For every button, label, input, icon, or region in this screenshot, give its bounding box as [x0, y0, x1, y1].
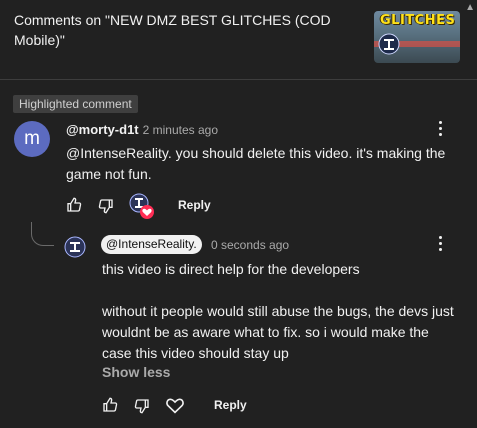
- reply-button[interactable]: Reply: [214, 398, 247, 412]
- comment-text: @IntenseReality. you should delete this …: [66, 145, 446, 182]
- channel-logo-icon: [378, 33, 400, 55]
- reply-paragraph-2: without it people would still abuse the …: [102, 303, 454, 361]
- avatar[interactable]: m: [14, 121, 50, 157]
- thread-connector: [31, 222, 54, 246]
- header-divider: [0, 79, 477, 80]
- reply-time[interactable]: 0 seconds ago: [211, 238, 289, 252]
- reply-button[interactable]: Reply: [178, 198, 211, 212]
- dislike-icon[interactable]: [134, 398, 150, 414]
- highlighted-badge: Highlighted comment: [13, 95, 138, 113]
- avatar[interactable]: [64, 236, 86, 258]
- comment-author[interactable]: @morty-d1t: [66, 122, 139, 137]
- show-less-button[interactable]: Show less: [102, 364, 170, 380]
- heart-icon: [140, 205, 154, 219]
- reply-author-chip[interactable]: @IntenseReality.: [101, 235, 202, 254]
- dislike-icon[interactable]: [98, 198, 114, 214]
- like-icon[interactable]: [66, 197, 82, 213]
- like-icon[interactable]: [102, 397, 118, 413]
- comment-time[interactable]: 2 minutes ago: [143, 123, 218, 137]
- thumbnail-title: GLITCHES: [380, 13, 456, 28]
- more-vert-icon[interactable]: [439, 121, 443, 139]
- reply-paragraph-1: this video is direct help for the develo…: [102, 261, 360, 277]
- panel-title: Comments on "NEW DMZ BEST GLITCHES (COD …: [14, 12, 331, 48]
- more-vert-icon[interactable]: [439, 236, 443, 254]
- heart-icon[interactable]: [165, 396, 185, 414]
- scroll-up-icon[interactable]: ▲: [465, 2, 475, 13]
- comment-header: @morty-d1t 2 minutes ago: [66, 121, 218, 139]
- video-thumbnail[interactable]: GLITCHES: [374, 11, 460, 63]
